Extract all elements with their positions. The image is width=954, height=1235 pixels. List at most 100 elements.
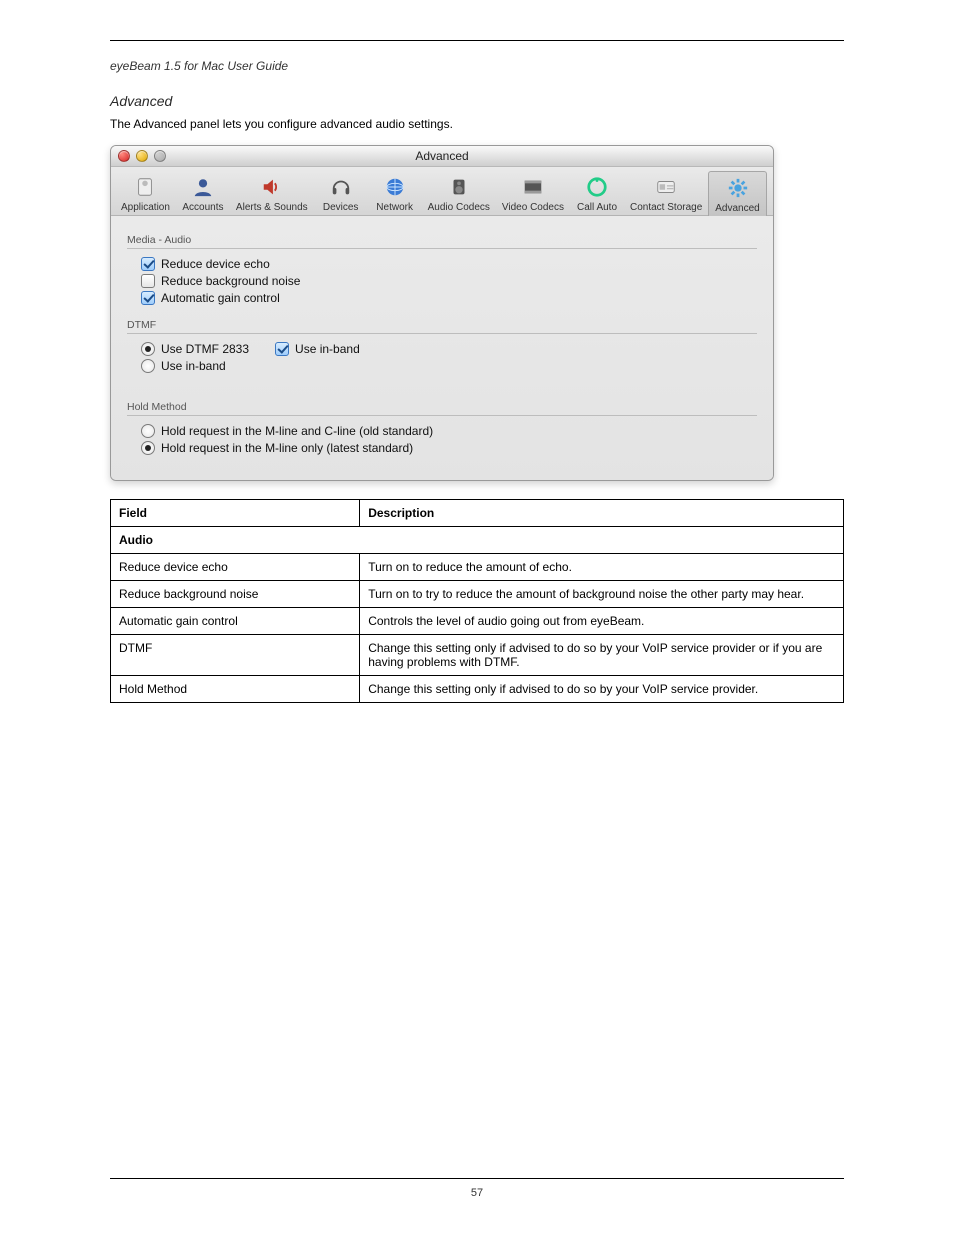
toolbar-tab-application[interactable]: Application bbox=[115, 171, 176, 215]
group-label-hold: Hold Method bbox=[127, 401, 757, 413]
table-desc-cell: Change this setting only if advised to d… bbox=[360, 635, 844, 676]
checkbox-agc[interactable]: Automatic gain control bbox=[141, 291, 757, 305]
toolbar-tab-label: Advanced bbox=[715, 203, 759, 214]
headphones-icon bbox=[326, 174, 356, 200]
group-label-dtmf: DTMF bbox=[127, 319, 757, 331]
table-section-cell: Audio bbox=[111, 527, 844, 554]
group-separator bbox=[127, 415, 757, 416]
page: eyeBeam 1.5 for Mac User Guide Advanced … bbox=[0, 0, 954, 1235]
radio-icon[interactable] bbox=[141, 441, 155, 455]
checkbox-dtmf-inband[interactable]: Use in-band bbox=[275, 342, 360, 356]
person-icon bbox=[188, 174, 218, 200]
preferences-toolbar: Application Accounts Alerts & Sounds Device… bbox=[111, 167, 773, 216]
speaker-icon bbox=[257, 174, 287, 200]
radio-label: Use in-band bbox=[161, 359, 226, 373]
toolbar-tab-network[interactable]: Network bbox=[368, 171, 422, 215]
toolbar-tab-label: Accounts bbox=[182, 202, 223, 213]
checkbox-icon[interactable] bbox=[275, 342, 289, 356]
toolbar-tab-label: Devices bbox=[323, 202, 359, 213]
table-header-row: Field Description bbox=[111, 500, 844, 527]
checkbox-icon[interactable] bbox=[141, 291, 155, 305]
toolbar-tab-devices[interactable]: Devices bbox=[314, 171, 368, 215]
preferences-window: Advanced Application Accounts Alerts & Sou… bbox=[110, 145, 774, 481]
toolbar-tab-accounts[interactable]: Accounts bbox=[176, 171, 230, 215]
table-desc-cell: Controls the level of audio going out fr… bbox=[360, 608, 844, 635]
table-field-cell: Automatic gain control bbox=[111, 608, 360, 635]
table-desc-cell: Change this setting only if advised to d… bbox=[360, 676, 844, 703]
table-row: DTMFChange this setting only if advised … bbox=[111, 635, 844, 676]
intro-text: The Advanced panel lets you configure ad… bbox=[110, 117, 844, 131]
toolbar-tab-label: Contact Storage bbox=[630, 202, 702, 213]
card-icon bbox=[651, 174, 681, 200]
toolbar-tab-video-codecs[interactable]: Video Codecs bbox=[496, 171, 570, 215]
table-field-cell: Hold Method bbox=[111, 676, 360, 703]
toolbar-tab-label: Application bbox=[121, 202, 170, 213]
toolbar-tab-label: Alerts & Sounds bbox=[236, 202, 308, 213]
radio-use-dtmf-2833[interactable]: Use DTMF 2833 bbox=[141, 342, 249, 356]
col-description: Description bbox=[360, 500, 844, 527]
table-row: Reduce device echoTurn on to reduce the … bbox=[111, 554, 844, 581]
toolbar-tab-alerts-sounds[interactable]: Alerts & Sounds bbox=[230, 171, 314, 215]
table-desc-cell: Turn on to try to reduce the amount of b… bbox=[360, 581, 844, 608]
radio-label: Hold request in the M-line and C-line (o… bbox=[161, 424, 433, 438]
dtmf-top-row: Use DTMF 2833 Use in-band bbox=[141, 342, 757, 356]
checkbox-icon[interactable] bbox=[141, 257, 155, 271]
film-icon bbox=[518, 174, 548, 200]
checkbox-label: Use in-band bbox=[295, 342, 360, 356]
field-description-table: Field Description AudioReduce device ech… bbox=[110, 499, 844, 703]
toolbar-tab-contact-storage[interactable]: Contact Storage bbox=[624, 171, 708, 215]
checkbox-icon[interactable] bbox=[141, 274, 155, 288]
checkbox-label: Reduce background noise bbox=[161, 274, 300, 288]
section-title: Advanced bbox=[110, 93, 844, 109]
table-field-cell: Reduce background noise bbox=[111, 581, 360, 608]
top-rule bbox=[110, 40, 844, 41]
radio-use-inband[interactable]: Use in-band bbox=[141, 359, 757, 373]
close-button[interactable] bbox=[118, 150, 130, 162]
radio-icon[interactable] bbox=[141, 359, 155, 373]
speaker2-icon bbox=[444, 174, 474, 200]
checkbox-label: Reduce device echo bbox=[161, 257, 270, 271]
table-row: Hold MethodChange this setting only if a… bbox=[111, 676, 844, 703]
titlebar[interactable]: Advanced bbox=[111, 146, 773, 167]
radio-icon[interactable] bbox=[141, 424, 155, 438]
header-left: eyeBeam 1.5 for Mac User Guide bbox=[110, 59, 288, 73]
radio-label: Hold request in the M-line only (latest … bbox=[161, 441, 413, 455]
checkbox-reduce-noise[interactable]: Reduce background noise bbox=[141, 274, 757, 288]
toolbar-tab-label: Call Auto bbox=[577, 202, 617, 213]
footer-rule bbox=[110, 1178, 844, 1179]
radio-hold-new[interactable]: Hold request in the M-line only (latest … bbox=[141, 441, 757, 455]
globe-icon bbox=[380, 174, 410, 200]
zoom-button[interactable] bbox=[154, 150, 166, 162]
radio-hold-old[interactable]: Hold request in the M-line and C-line (o… bbox=[141, 424, 757, 438]
window-title: Advanced bbox=[111, 146, 773, 167]
minimize-button[interactable] bbox=[136, 150, 148, 162]
group-separator bbox=[127, 333, 757, 334]
table-row: Reduce background noiseTurn on to try to… bbox=[111, 581, 844, 608]
checkbox-reduce-echo[interactable]: Reduce device echo bbox=[141, 257, 757, 271]
table-row: Audio bbox=[111, 527, 844, 554]
toolbar-tab-label: Video Codecs bbox=[502, 202, 564, 213]
toolbar-tab-label: Network bbox=[376, 202, 413, 213]
dial-icon bbox=[582, 174, 612, 200]
toolbar-tab-advanced[interactable]: Advanced bbox=[708, 171, 766, 216]
group-label-media-audio: Media - Audio bbox=[127, 234, 757, 246]
group-separator bbox=[127, 248, 757, 249]
app-icon bbox=[130, 174, 160, 200]
toolbar-tab-call-auto[interactable]: Call Auto bbox=[570, 171, 624, 215]
page-header: eyeBeam 1.5 for Mac User Guide bbox=[110, 59, 844, 73]
gear-icon bbox=[723, 175, 753, 201]
checkbox-label: Automatic gain control bbox=[161, 291, 280, 305]
toolbar-tab-label: Audio Codecs bbox=[428, 202, 490, 213]
advanced-panel: Media - Audio Reduce device echo Reduce … bbox=[111, 216, 773, 480]
toolbar-tab-audio-codecs[interactable]: Audio Codecs bbox=[422, 171, 496, 215]
traffic-lights bbox=[118, 150, 166, 162]
radio-label: Use DTMF 2833 bbox=[161, 342, 249, 356]
col-field: Field bbox=[111, 500, 360, 527]
radio-icon[interactable] bbox=[141, 342, 155, 356]
table-row: Automatic gain controlControls the level… bbox=[111, 608, 844, 635]
table-field-cell: DTMF bbox=[111, 635, 360, 676]
table-field-cell: Reduce device echo bbox=[111, 554, 360, 581]
table-desc-cell: Turn on to reduce the amount of echo. bbox=[360, 554, 844, 581]
page-number: 57 bbox=[110, 1187, 844, 1199]
page-footer: 57 bbox=[110, 1172, 844, 1199]
